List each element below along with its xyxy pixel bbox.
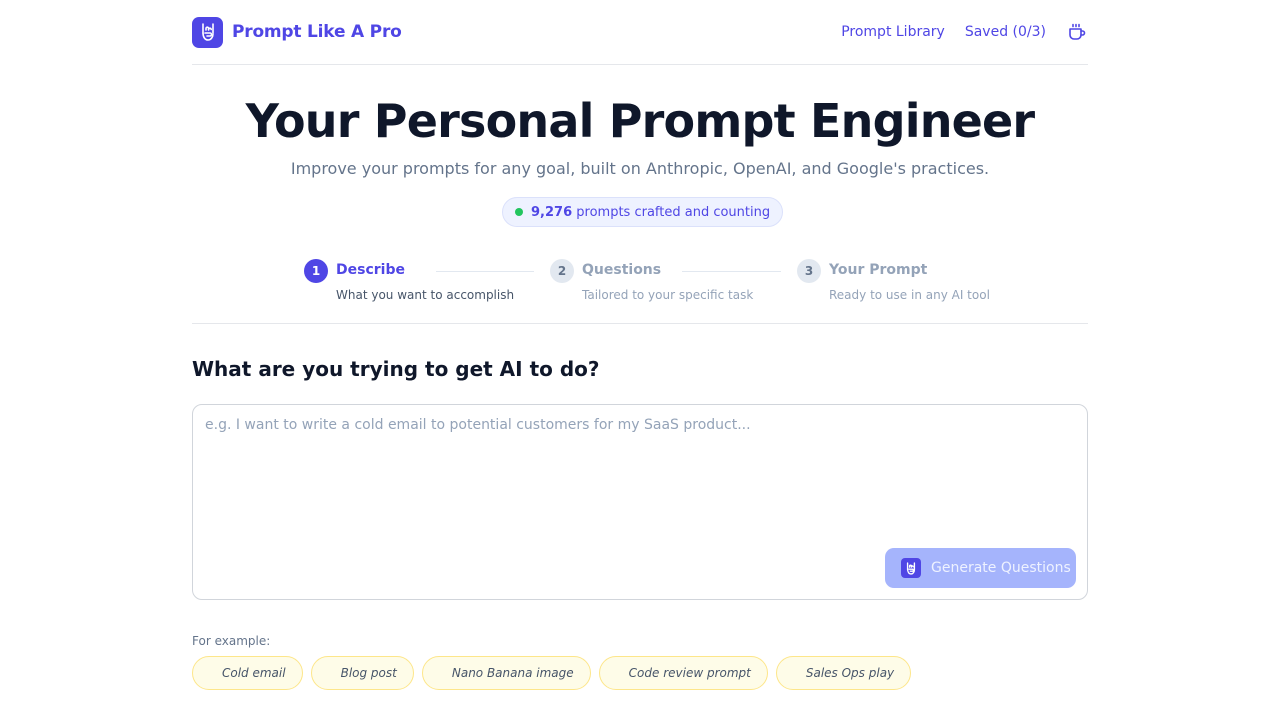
page-title: Your Personal Prompt Engineer [245,94,1035,148]
counter-number: 9,276 [531,204,573,220]
step-description: What you want to accomplish [336,288,515,302]
brand[interactable]: Prompt Like A Pro [192,16,402,48]
example-chip-sales-ops-play[interactable]: Sales Ops play [775,656,912,690]
progress-steps: 1 Describe What you want to accomplish 2… [192,259,1088,324]
top-header: Prompt Like A Pro Prompt Library Saved (… [192,0,1088,65]
step-number: 1 [304,259,328,283]
rock-hand-icon [192,16,223,48]
step-description: Ready to use in any AI tool [829,288,990,302]
example-chip-cold-email[interactable]: Cold email [192,656,303,690]
step-description: Tailored to your specific task [582,288,754,302]
goal-textarea[interactable] [205,417,1065,537]
example-chip-blog-post[interactable]: Blog post [310,656,414,690]
example-chip-code-review-prompt[interactable]: Code review prompt [598,656,768,690]
rock-hand-icon [901,558,921,578]
counter-text: 9,276 prompts crafted and counting [531,205,770,220]
step-number: 3 [797,259,821,283]
generate-questions-label: Generate Questions [931,560,1071,576]
step-title: Describe [336,262,405,278]
step-title: Questions [582,262,662,278]
step-title: Your Prompt [829,262,928,278]
examples-label: For example: [192,634,271,648]
top-nav: Prompt Library Saved (0/3) [841,21,1088,43]
example-chips: Cold email Blog post Nano Banana image C… [192,656,912,690]
brand-name: Prompt Like A Pro [232,22,402,42]
question-heading: What are you trying to get AI to do? [192,357,600,381]
goal-input-box: Generate Questions [192,404,1088,600]
page-subtitle: Improve your prompts for any goal, built… [290,159,990,178]
coffee-cup-icon[interactable] [1066,21,1088,43]
saved-link[interactable]: Saved (0/3) [965,24,1046,40]
counter-label: prompts crafted and counting [576,204,771,220]
step-number: 2 [550,259,574,283]
prompt-counter-badge: 9,276 prompts crafted and counting [502,197,784,227]
step-connector [436,271,534,272]
status-dot-icon [515,208,523,216]
step-connector [682,271,781,272]
page-container: Prompt Like A Pro Prompt Library Saved (… [192,0,1088,690]
prompt-library-link[interactable]: Prompt Library [841,24,945,40]
example-chip-nano-banana-image[interactable]: Nano Banana image [421,656,591,690]
generate-questions-button[interactable]: Generate Questions [885,548,1076,588]
